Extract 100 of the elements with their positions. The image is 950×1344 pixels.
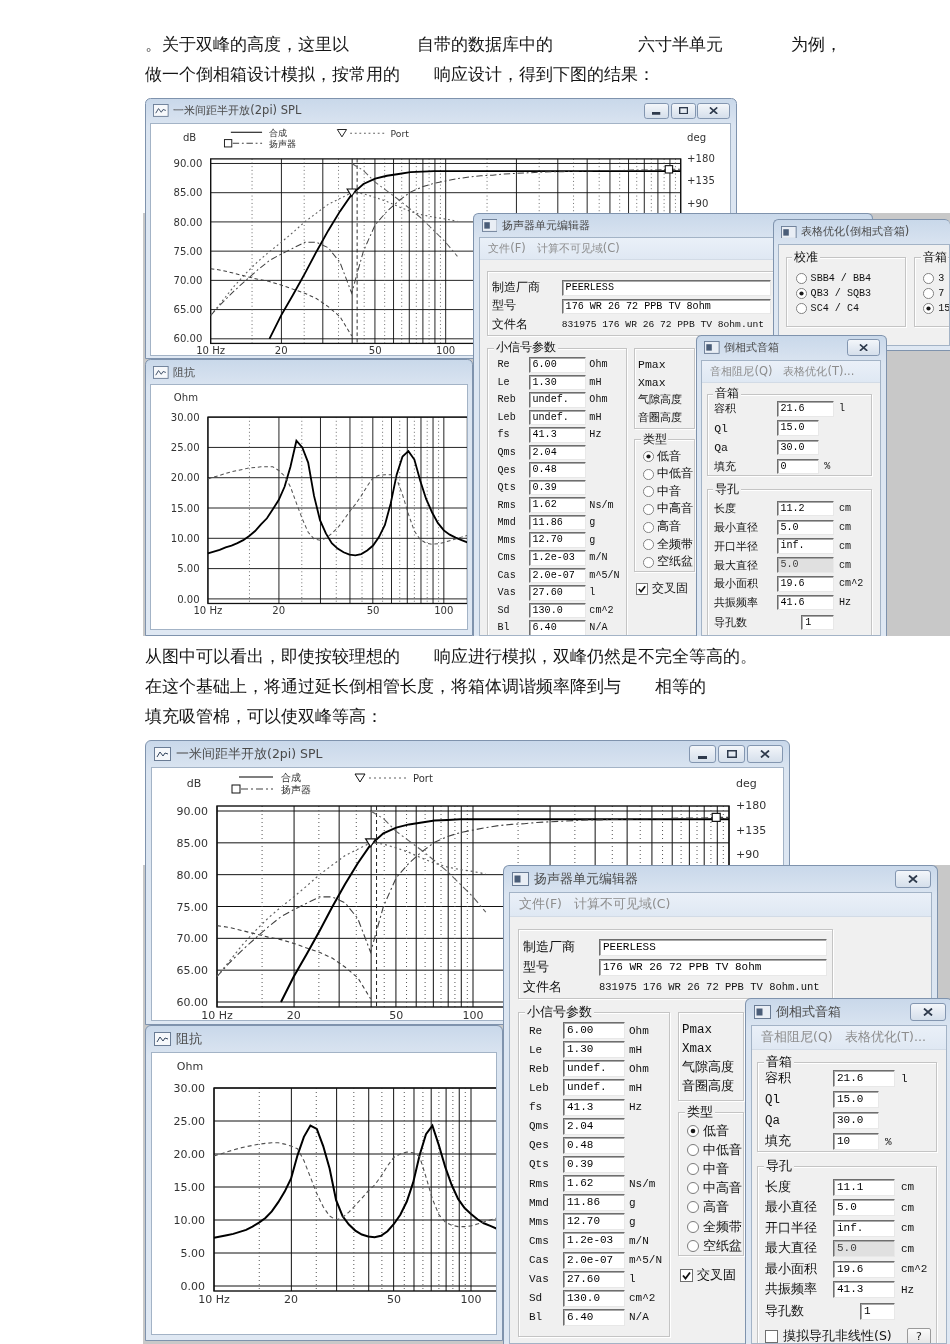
input-field[interactable]: 2.04 [563,1117,625,1135]
input-field[interactable]: 11.86 [528,514,586,531]
maximize-button[interactable] [670,102,696,119]
field-label: Qts [529,1158,550,1171]
radio-option[interactable]: 高音 [687,1197,729,1217]
input-field[interactable]: undef. [563,1079,625,1097]
input-field[interactable]: undef. [528,409,586,426]
close-button[interactable] [895,870,931,888]
input-field[interactable]: 6.00 [528,356,586,373]
input-field[interactable]: 11.86 [563,1194,625,1212]
checkbox-option[interactable]: 交叉固 [636,580,688,597]
close-button[interactable] [747,745,783,763]
checkbox-option[interactable]: 交叉固 [680,1266,736,1284]
input-field[interactable]: 41.3 [833,1281,895,1299]
minimize-button[interactable] [644,102,669,119]
input-field[interactable]: 1 [801,614,834,631]
unit-label: mH [629,1043,643,1056]
input-field[interactable]: 30.0 [776,439,819,456]
input-field[interactable]: 6.40 [563,1308,625,1326]
unit-label: g [629,1215,636,1228]
input-field[interactable]: 1.2e-03 [563,1232,625,1250]
input-field[interactable]: 5.0 [776,519,834,536]
input-field[interactable]: 0.48 [563,1136,625,1154]
input-field[interactable]: PEERLESS [561,280,772,296]
input-field[interactable]: 27.60 [563,1270,625,1288]
input-field[interactable]: 130.0 [563,1289,625,1307]
radio-option[interactable]: 低音 [642,447,682,466]
input-field[interactable]: 176 WR 26 72 PPB TV 8ohm [599,958,827,976]
radio-option[interactable]: 3 [923,270,945,286]
field-label: Sd [497,604,511,616]
input-field[interactable]: 15.0 [833,1091,879,1108]
input-field[interactable]: 11.2 [776,500,834,517]
radio-option[interactable]: 中高音 [687,1178,742,1198]
input-field[interactable]: 11.1 [833,1178,895,1196]
radio-option[interactable]: QB3 / SQB3 [795,285,872,301]
radio-option[interactable]: 空纸盆 [642,553,694,572]
input-field[interactable]: 41.3 [563,1098,625,1116]
checkbox-option[interactable]: 摸拟导孔非线性(S) [765,1327,892,1343]
input-field[interactable]: inf. [776,538,834,555]
input-field[interactable]: 130.0 [528,602,586,619]
input-field[interactable]: 21.6 [833,1070,895,1087]
input-field[interactable]: 41.3 [528,427,586,443]
radio-option[interactable]: 中高音 [642,500,694,519]
maximize-button[interactable] [718,745,745,763]
radio-option[interactable]: SBB4 / BB4 [795,270,872,286]
radio-option[interactable]: 7 [923,285,945,301]
input-field[interactable]: 6.00 [563,1022,625,1040]
input-field[interactable]: 2.0e-07 [563,1251,625,1269]
input-field[interactable]: 5.0 [833,1199,895,1217]
input-field[interactable]: 2.0e-07 [528,567,586,584]
input-field[interactable]: 0 [776,458,819,475]
input-field[interactable]: 21.6 [776,401,834,417]
input-field[interactable]: 0.48 [528,462,586,478]
radio-option[interactable]: 空纸盆 [687,1236,742,1256]
legend-swatch-icon [337,128,386,137]
unit-label: cm [839,559,852,571]
unit-label: mH [589,376,602,388]
input-field[interactable]: 41.6 [776,594,834,611]
input-field[interactable]: 1.62 [563,1175,625,1193]
radio-option[interactable]: 全频带 [687,1216,742,1237]
input-field[interactable]: 1.30 [563,1041,625,1059]
input-field[interactable]: 1 [860,1303,895,1320]
input-field[interactable]: 1.30 [528,374,586,391]
radio-option[interactable]: 高音 [642,518,682,536]
input-field[interactable]: 10 [833,1133,879,1150]
input-field[interactable]: 19.6 [833,1260,895,1278]
radio-option[interactable]: 15 [923,300,949,317]
input-field[interactable]: 6.40 [528,620,586,635]
input-field[interactable]: undef. [563,1060,625,1078]
field-label: 开口半径 [765,1220,818,1237]
close-button[interactable] [697,102,731,119]
input-field[interactable]: 176 WR 26 72 PPB TV 8ohm [561,298,772,315]
input-field[interactable]: inf. [833,1219,895,1237]
radio-option[interactable]: 中音 [687,1159,729,1179]
input-field[interactable]: 15.0 [776,420,819,436]
minimize-button[interactable] [689,745,716,763]
file-name-text: 831975 176 WR 26 72 PPB TV 8ohm.unt [561,319,764,331]
input-field[interactable]: 30.0 [833,1112,879,1129]
input-field[interactable]: PEERLESS [599,938,827,956]
radio-option[interactable]: 中低音 [642,465,694,484]
input-field[interactable]: 0.39 [563,1155,625,1173]
close-button[interactable] [910,1003,946,1021]
input-field[interactable]: 19.6 [776,576,834,592]
input-field[interactable]: 2.04 [528,444,586,461]
radio-option[interactable]: 全频带 [642,535,694,554]
input-field[interactable]: 12.70 [563,1213,625,1231]
y-tick-label: 70.00 [176,932,208,946]
input-field[interactable]: 1.62 [528,497,586,513]
radio-option[interactable]: 中音 [642,483,682,501]
field-label: 型号 [492,298,518,315]
close-button[interactable] [847,339,881,356]
radio-option[interactable]: SC4 / C4 [795,300,859,317]
input-field[interactable]: 1.2e-03 [528,550,586,566]
radio-option[interactable]: 低音 [687,1121,729,1141]
input-field[interactable]: 27.60 [528,585,586,601]
input-field[interactable]: undef. [528,392,586,408]
input-field[interactable]: 0.39 [528,479,586,496]
input-field[interactable]: 12.70 [528,532,586,549]
help-button[interactable]: ? [907,1327,931,1343]
radio-option[interactable]: 中低音 [687,1140,742,1160]
